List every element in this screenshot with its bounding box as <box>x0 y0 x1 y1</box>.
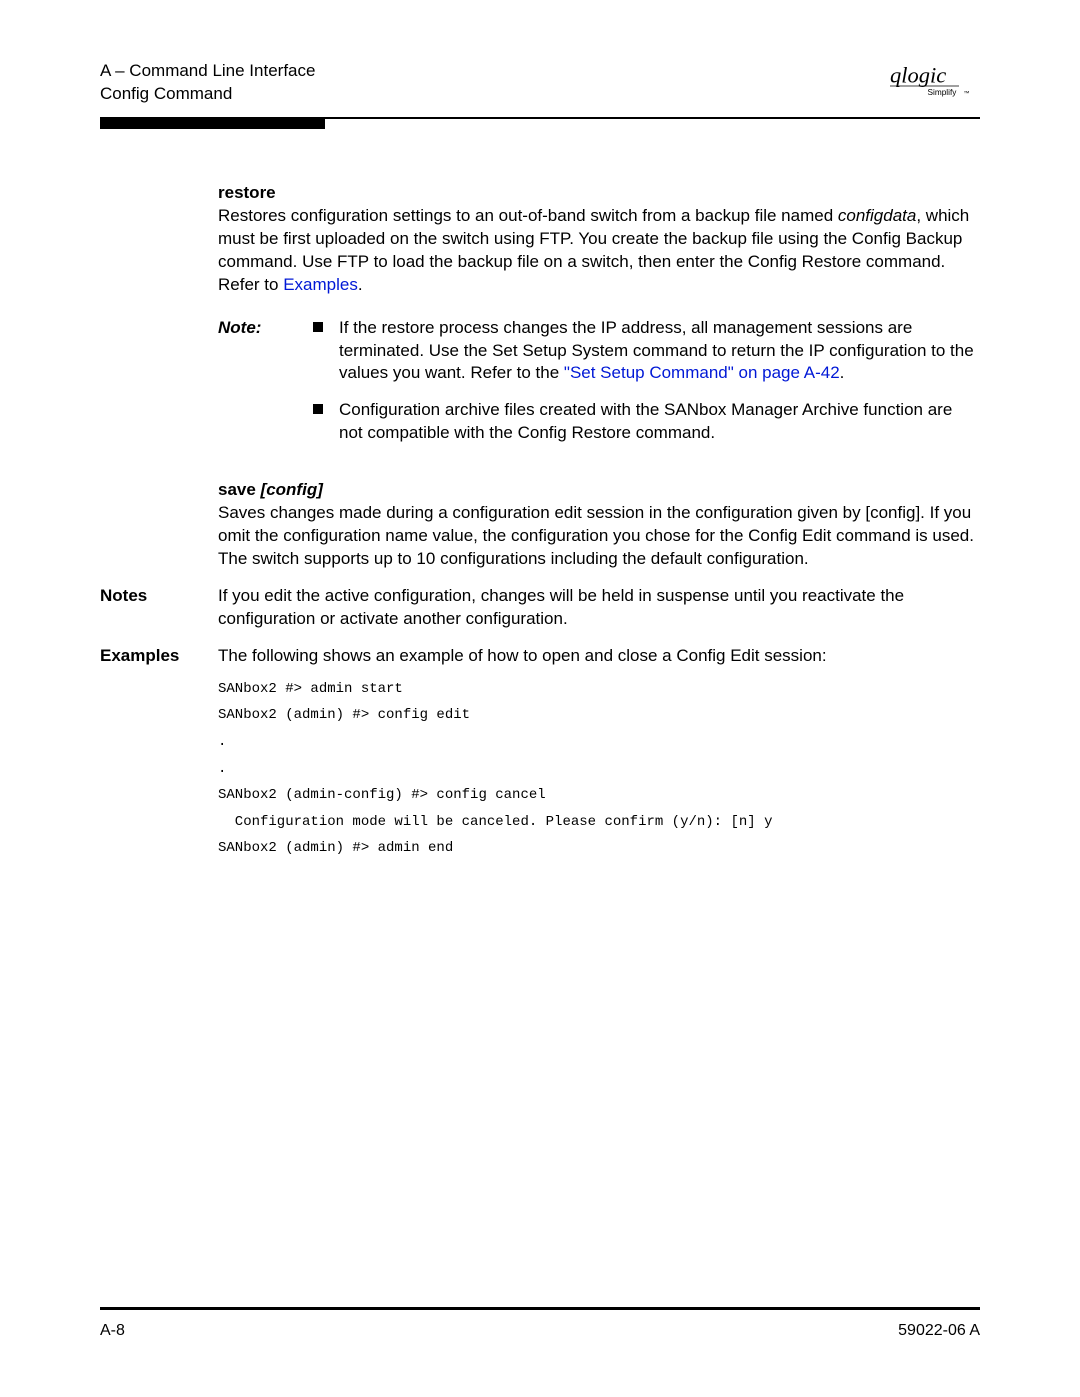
footer-right: 59022-06 A <box>898 1320 980 1342</box>
header-rule <box>100 117 980 142</box>
restore-filename: configdata <box>838 206 916 225</box>
examples-label: Examples <box>100 645 218 668</box>
examples-intro: The following shows an example of how to… <box>218 645 980 668</box>
note-list: If the restore process changes the IP ad… <box>313 317 980 446</box>
notes-text: If you edit the active configuration, ch… <box>218 585 980 631</box>
note-item-1: If the restore process changes the IP ad… <box>313 317 980 386</box>
page-header: A – Command Line Interface Config Comman… <box>100 60 980 107</box>
save-text: Saves changes made during a configuratio… <box>218 502 980 571</box>
page-footer: A-8 59022-06 A <box>100 1307 980 1342</box>
note-block: Note: If the restore process changes the… <box>218 317 980 460</box>
restore-term: restore <box>218 182 980 205</box>
set-setup-link[interactable]: "Set Setup Command" on page A-42 <box>564 363 840 382</box>
svg-text:Simplify: Simplify <box>928 88 958 97</box>
notes-row: Notes If you edit the active configurati… <box>100 585 980 631</box>
header-line1: A – Command Line Interface <box>100 60 315 83</box>
examples-link[interactable]: Examples <box>283 275 358 294</box>
svg-text:qlogic: qlogic <box>890 62 946 87</box>
save-term-b: [config] <box>261 480 323 499</box>
examples-row: Examples The following shows an example … <box>100 645 980 862</box>
qlogic-logo: qlogic Simplify ™ <box>890 60 980 107</box>
note-label: Note: <box>218 317 313 340</box>
notes-label: Notes <box>100 585 218 608</box>
header-text: A – Command Line Interface Config Comman… <box>100 60 315 106</box>
restore-text: Restores configuration settings to an ou… <box>218 205 980 297</box>
header-line2: Config Command <box>100 83 315 106</box>
restore-block: restore Restores configuration settings … <box>100 182 980 571</box>
content-area: restore Restores configuration settings … <box>100 182 980 862</box>
page: A – Command Line Interface Config Comman… <box>0 0 1080 1397</box>
footer-left: A-8 <box>100 1320 125 1342</box>
save-term-a: save <box>218 480 261 499</box>
logo-icon: qlogic Simplify ™ <box>890 60 980 100</box>
svg-text:™: ™ <box>964 90 970 97</box>
code-block: SANbox2 #> admin start SANbox2 (admin) #… <box>218 676 980 862</box>
note-item-2: Configuration archive files created with… <box>313 399 980 445</box>
